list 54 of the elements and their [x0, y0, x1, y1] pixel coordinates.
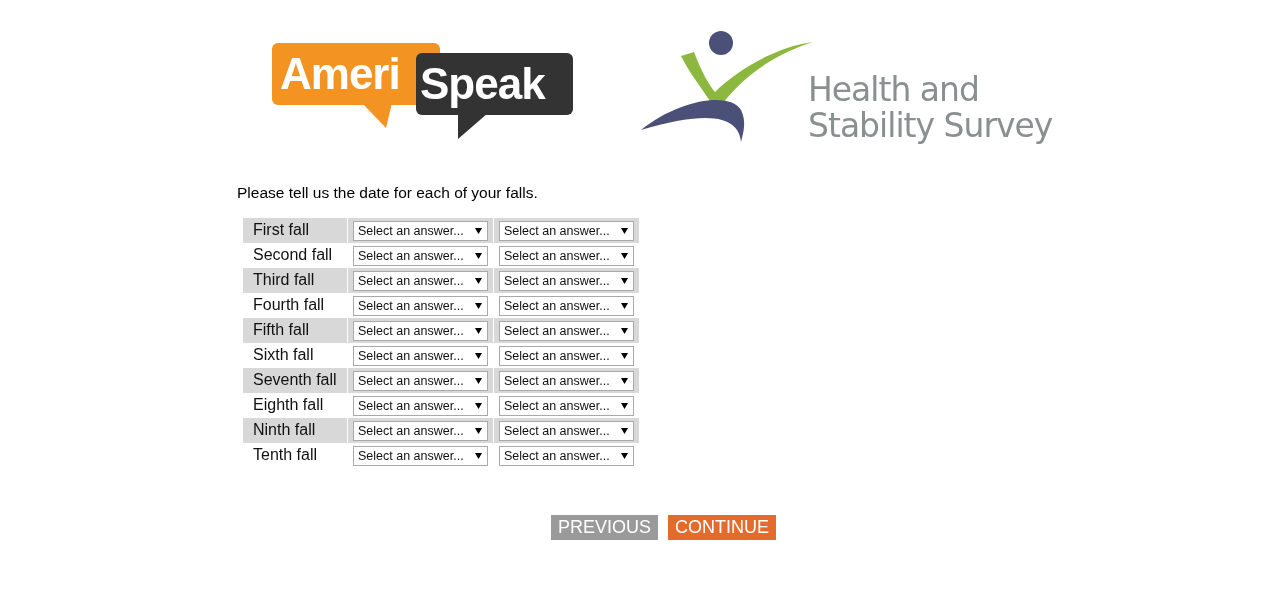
- caret-icon: [475, 227, 482, 234]
- caret-icon: [621, 252, 628, 259]
- caret-icon: [621, 352, 628, 359]
- caret-icon: [475, 352, 482, 359]
- caret-icon: [475, 452, 482, 459]
- speech-tail-icon: [458, 113, 488, 139]
- row-label: Tenth fall: [252, 445, 319, 465]
- logo-text: Speak: [416, 53, 573, 115]
- caret-icon: [475, 252, 482, 259]
- answer-dropdown[interactable]: Select an answer...: [499, 445, 634, 466]
- caret-icon: [621, 402, 628, 409]
- answer-dropdown[interactable]: Select an answer...: [499, 220, 634, 241]
- caret-icon: [621, 327, 628, 334]
- caret-icon: [621, 302, 628, 309]
- answer-dropdown[interactable]: Select an answer...: [353, 220, 488, 241]
- row-label: Third fall: [243, 268, 347, 293]
- caret-icon: [475, 327, 482, 334]
- caret-icon: [475, 427, 482, 434]
- answer-dropdown[interactable]: Select an answer...: [499, 270, 634, 291]
- row-label: Ninth fall: [243, 418, 347, 443]
- answer-dropdown[interactable]: Select an answer...: [353, 445, 488, 466]
- answer-dropdown[interactable]: Select an answer...: [499, 370, 634, 391]
- answer-dropdown[interactable]: Select an answer...: [499, 320, 634, 341]
- answer-dropdown[interactable]: Select an answer...: [353, 295, 488, 316]
- answer-dropdown[interactable]: Select an answer...: [353, 270, 488, 291]
- caret-icon: [621, 427, 628, 434]
- answer-dropdown[interactable]: Select an answer...: [499, 245, 634, 266]
- row-label: Fifth fall: [243, 318, 347, 343]
- answer-dropdown[interactable]: Select an answer...: [353, 420, 488, 441]
- caret-icon: [621, 227, 628, 234]
- answer-dropdown[interactable]: Select an answer...: [499, 345, 634, 366]
- row-label: Seventh fall: [243, 368, 347, 393]
- caret-icon: [475, 377, 482, 384]
- row-label: First fall: [243, 218, 347, 243]
- answer-dropdown[interactable]: Select an answer...: [353, 345, 488, 366]
- answer-dropdown[interactable]: Select an answer...: [353, 320, 488, 341]
- answer-dropdown[interactable]: Select an answer...: [499, 295, 634, 316]
- answer-dropdown[interactable]: Select an answer...: [353, 370, 488, 391]
- caret-icon: [621, 377, 628, 384]
- question-text: Please tell us the date for each of your falls.: [237, 184, 539, 202]
- caret-icon: [621, 452, 628, 459]
- logo-text: Health and Stability Survey: [808, 72, 1053, 144]
- row-label: Eighth fall: [252, 395, 325, 415]
- caret-icon: [475, 302, 482, 309]
- answer-dropdown[interactable]: Select an answer...: [499, 420, 634, 441]
- caret-icon: [621, 277, 628, 284]
- answer-dropdown[interactable]: Select an answer...: [499, 395, 634, 416]
- row-label: Second fall: [252, 245, 334, 265]
- row-label: Sixth fall: [252, 345, 315, 365]
- row-label: Fourth fall: [252, 295, 326, 315]
- caret-icon: [475, 402, 482, 409]
- caret-icon: [475, 277, 482, 284]
- answer-dropdown[interactable]: Select an answer...: [353, 395, 488, 416]
- answer-dropdown[interactable]: Select an answer...: [353, 245, 488, 266]
